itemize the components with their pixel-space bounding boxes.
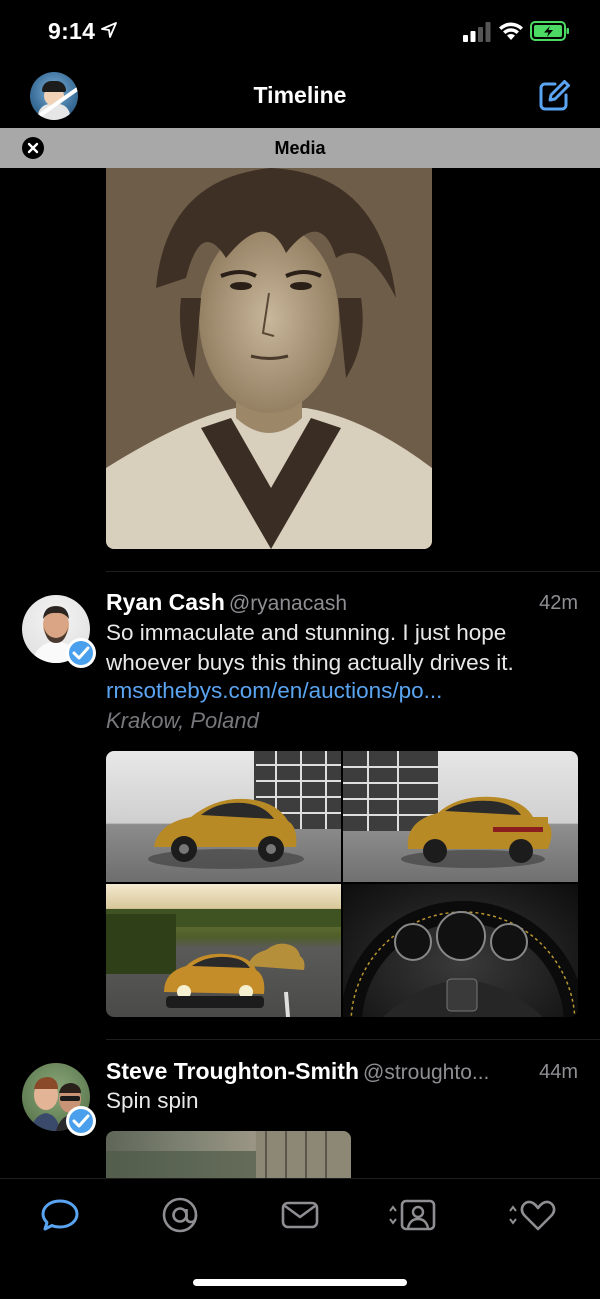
page-title: Timeline xyxy=(253,82,347,108)
tweet-timestamp: 44m xyxy=(539,1061,578,1083)
media-filter-bar: Media xyxy=(0,128,600,168)
tweet-link[interactable]: rmsothebys.com/en/auctions/po... xyxy=(106,678,442,704)
tweet-text: Spin spin xyxy=(106,1088,199,1113)
author-display-name: Steve Troughton-Smith xyxy=(106,1058,359,1084)
car-photo-1 xyxy=(148,751,341,869)
filter-label: Media xyxy=(274,138,326,158)
tweet-media-image[interactable] xyxy=(106,1131,351,1178)
tab-messages[interactable] xyxy=(278,1195,322,1235)
author-display-name: Ryan Cash xyxy=(106,589,225,615)
cellular-signal-icon xyxy=(463,22,491,42)
author-handle: @ryanacash xyxy=(228,592,348,615)
media-image-2[interactable] xyxy=(343,751,578,882)
home-indicator[interactable] xyxy=(193,1279,407,1286)
verified-badge-icon xyxy=(66,638,96,668)
tweet-divider xyxy=(106,571,600,572)
tweet-timestamp: 42m xyxy=(539,592,578,614)
timeline-list[interactable]: Ryan Cash @ryanacash 42m So immaculate an… xyxy=(0,168,600,1178)
status-time: 9:14 xyxy=(48,18,96,44)
media-image-4[interactable] xyxy=(343,884,578,1017)
media-image-3[interactable] xyxy=(106,884,341,1017)
car-photo-2 xyxy=(343,751,552,868)
author-handle: @stroughto... xyxy=(363,1061,490,1084)
verified-badge-icon xyxy=(66,1106,96,1136)
tweet-media-portrait[interactable] xyxy=(106,168,432,549)
tweet-divider xyxy=(106,1039,600,1040)
tab-timeline[interactable] xyxy=(38,1195,82,1235)
tweet-text: So immaculate and stunning. I just hope … xyxy=(106,620,514,675)
media-image-1[interactable] xyxy=(106,751,341,882)
tweet-author-name[interactable]: Ryan Cash @ryanacash xyxy=(106,589,347,616)
interior-photo xyxy=(343,901,578,1017)
battery-charging-icon xyxy=(530,21,569,41)
tab-bar xyxy=(0,1178,600,1299)
nav-bar: Timeline xyxy=(0,64,600,128)
location-arrow-icon xyxy=(101,22,117,38)
tweet-location[interactable]: Krakow, Poland xyxy=(106,708,259,734)
portrait-illustration xyxy=(106,168,432,549)
tab-mentions[interactable] xyxy=(158,1195,202,1235)
tweet-media-grid xyxy=(106,751,578,1017)
spin-photo xyxy=(106,1131,351,1178)
tab-likes[interactable] xyxy=(506,1195,558,1235)
wifi-icon xyxy=(499,22,523,40)
tweet-author-name[interactable]: Steve Troughton-Smith @stroughto... xyxy=(106,1058,489,1085)
tab-profile[interactable] xyxy=(386,1195,438,1235)
car-photo-3 xyxy=(106,909,341,1017)
compose-tweet-button[interactable] xyxy=(536,78,572,114)
status-bar: 9:14 xyxy=(0,0,600,64)
